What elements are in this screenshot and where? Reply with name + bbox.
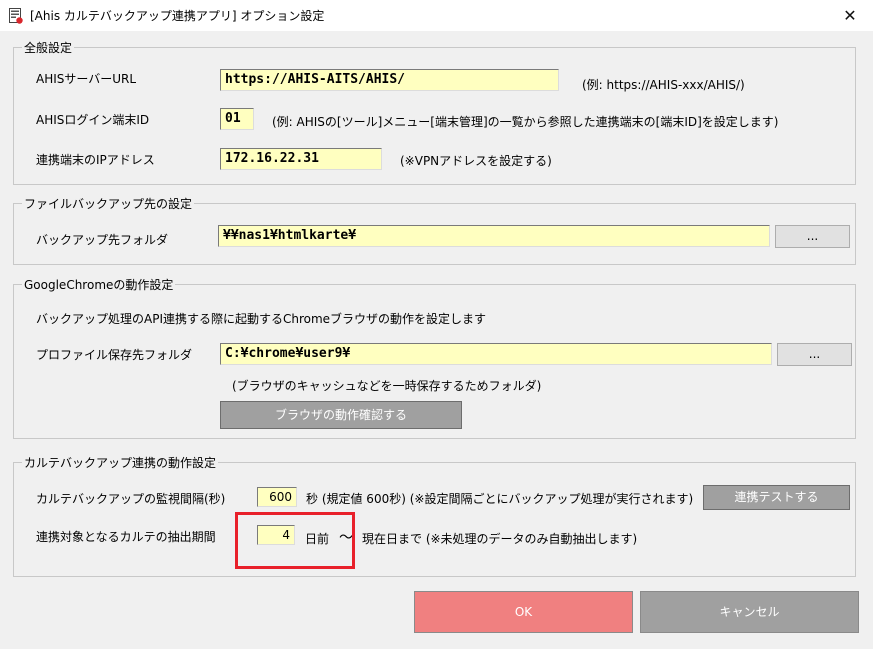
terminal-id-input[interactable]: 01	[220, 108, 254, 130]
profile-folder-hint: (ブラウザのキャッシュなどを一時保存するためフォルダ)	[232, 379, 542, 393]
sync-settings-legend: カルテバックアップ連携の動作設定	[22, 454, 219, 471]
server-url-label: AHISサーバーURL	[36, 72, 137, 86]
chrome-description: バックアップ処理のAPI連携する際に起動するChromeブラウザの動作を設定しま…	[36, 312, 487, 326]
chrome-settings-legend: GoogleChromeの動作設定	[22, 276, 176, 293]
chrome-settings-group: GoogleChromeの動作設定 バックアップ処理のAPI連携する際に起動する…	[13, 276, 856, 439]
backup-folder-label: バックアップ先フォルダ	[36, 233, 169, 247]
sync-settings-group: カルテバックアップ連携の動作設定 カルテバックアップの監視間隔(秒) 600 秒…	[13, 454, 856, 577]
general-settings-group: 全般設定 AHISサーバーURL https://AHIS-AITS/AHIS/…	[13, 39, 856, 185]
close-icon: ✕	[843, 6, 857, 25]
interval-label: カルテバックアップの監視間隔(秒)	[36, 492, 226, 506]
profile-folder-browse-button[interactable]: ...	[777, 343, 852, 366]
terminal-id-hint: (例: AHISの[ツール]メニュー[端末管理]の一覧から参照した連携端末の[端…	[272, 115, 779, 129]
terminal-id-label: AHISログイン端末ID	[36, 113, 150, 127]
ip-address-hint: (※VPNアドレスを設定する)	[400, 154, 552, 168]
cancel-button[interactable]: キャンセル	[640, 591, 859, 633]
interval-input[interactable]: 600	[257, 487, 297, 507]
server-url-input[interactable]: https://AHIS-AITS/AHIS/	[220, 69, 559, 91]
ok-button[interactable]: OK	[414, 591, 633, 633]
backup-folder-input[interactable]: ¥¥nas1¥htmlkarte¥	[218, 225, 770, 247]
profile-folder-input[interactable]: C:¥chrome¥user9¥	[220, 343, 772, 365]
dialog-client: 全般設定 AHISサーバーURL https://AHIS-AITS/AHIS/…	[1, 31, 872, 648]
app-icon	[9, 8, 23, 24]
window-title: [Ahis カルテバックアップ連携アプリ] オプション設定	[30, 9, 325, 23]
interval-hint: 秒 (規定値 600秒) (※設定間隔ごとにバックアップ処理が実行されます)	[306, 492, 694, 506]
period-label: 連携対象となるカルテの抽出期間	[36, 530, 216, 544]
title-bar: [Ahis カルテバックアップ連携アプリ] オプション設定 ✕	[0, 0, 873, 31]
browser-check-button[interactable]: ブラウザの動作確認する	[220, 401, 462, 429]
general-settings-legend: 全般設定	[22, 39, 75, 56]
server-url-hint: (例: https://AHIS-xxx/AHIS/)	[582, 78, 745, 92]
period-highlight-box	[235, 512, 355, 569]
sync-test-button[interactable]: 連携テストする	[703, 485, 850, 510]
ip-address-label: 連携端末のIPアドレス	[36, 153, 155, 167]
profile-folder-label: プロファイル保存先フォルダ	[36, 348, 193, 362]
ip-address-input[interactable]: 172.16.22.31	[220, 148, 382, 170]
period-hint: 現在日まで (※未処理のデータのみ自動抽出します)	[362, 532, 638, 546]
backup-folder-browse-button[interactable]: ...	[775, 225, 850, 248]
close-button[interactable]: ✕	[827, 0, 873, 31]
backup-settings-legend: ファイルバックアップ先の設定	[22, 195, 195, 212]
backup-settings-group: ファイルバックアップ先の設定 バックアップ先フォルダ ¥¥nas1¥htmlka…	[13, 195, 856, 265]
